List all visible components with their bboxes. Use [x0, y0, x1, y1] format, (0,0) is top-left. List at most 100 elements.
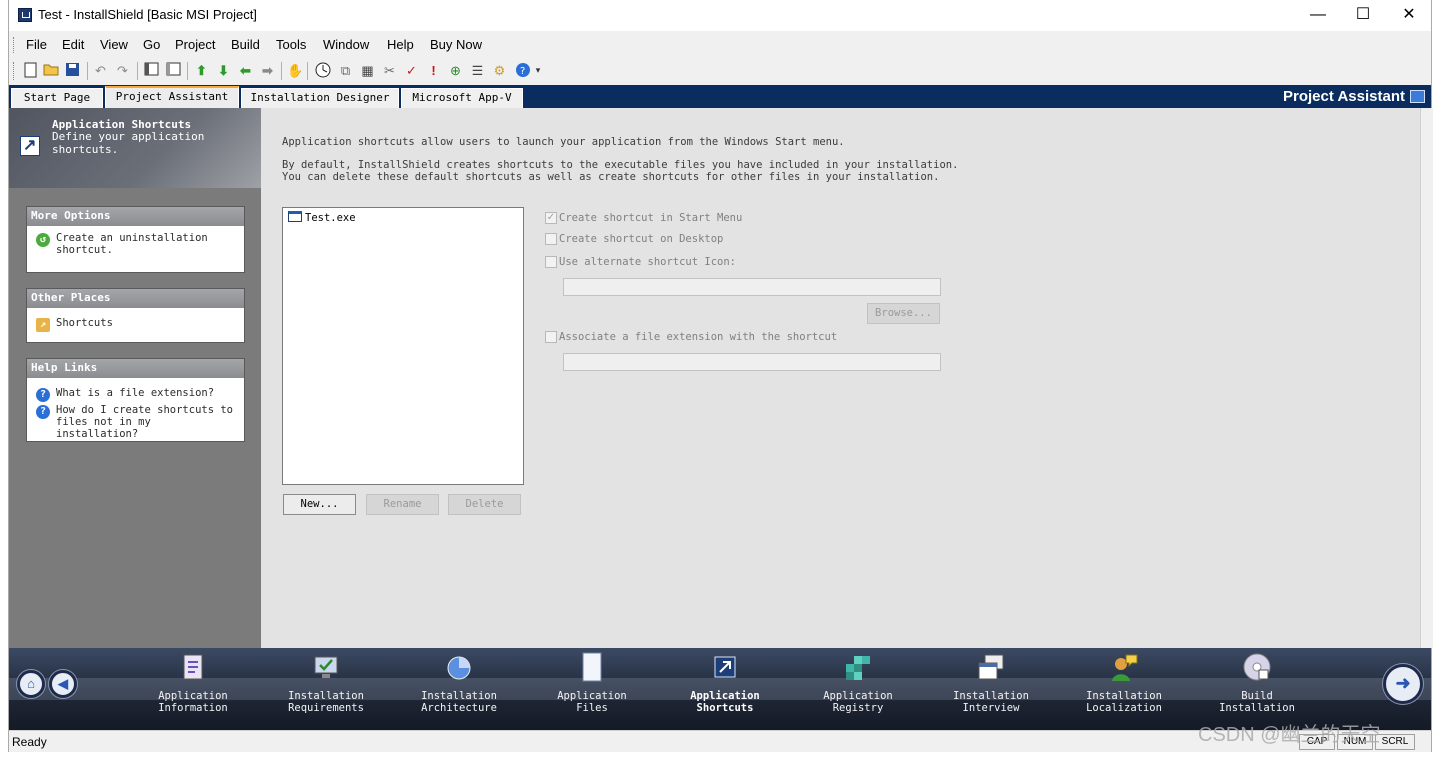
cancel-build-icon[interactable]: ✂	[381, 62, 398, 79]
tab-installation-designer[interactable]: Installation Designer	[241, 88, 399, 108]
next-button[interactable]: ➜	[1383, 664, 1423, 704]
nav-application-registry[interactable]: Application Registry	[798, 648, 918, 714]
menu-help[interactable]: Help	[387, 37, 414, 52]
intro-text: Application shortcuts allow users to lau…	[282, 136, 845, 148]
help-links-title: Help Links	[27, 359, 244, 378]
panel-title: Project Assistant	[1283, 88, 1405, 105]
page-header-subtitle: Define your application shortcuts.	[52, 130, 205, 156]
nav-label-line1: Application	[823, 690, 893, 702]
menu-edit[interactable]: Edit	[62, 37, 84, 52]
tab-start-page[interactable]: Start Page	[11, 88, 103, 108]
scroll-lock-indicator: SCRL	[1375, 734, 1415, 750]
nav-label-line2: Shortcuts	[696, 702, 754, 714]
delete-button[interactable]: Delete	[448, 494, 521, 515]
run-icon[interactable]: ⊕	[447, 62, 464, 79]
help-icon[interactable]: ?	[514, 62, 531, 79]
arrow-up-icon[interactable]: ⬆	[193, 62, 210, 79]
project-assistant-icon[interactable]	[1410, 90, 1425, 103]
menu-window[interactable]: Window	[323, 37, 369, 52]
maximize-button[interactable]: ☐	[1340, 0, 1386, 31]
shortcuts-link[interactable]: ↗ Shortcuts	[27, 317, 244, 332]
minimize-button[interactable]: —	[1295, 0, 1341, 31]
other-places-box: Other Places ↗ Shortcuts	[26, 288, 245, 343]
new-file-icon[interactable]	[22, 62, 39, 79]
window-title: Test - InstallShield [Basic MSI Project]	[38, 7, 257, 22]
create-uninstall-shortcut-link[interactable]: ↺ Create an uninstallation shortcut.	[27, 232, 244, 256]
tab-microsoft-app-v[interactable]: Microsoft App-V	[401, 88, 523, 108]
back-button[interactable]: ◀	[49, 670, 77, 698]
start-menu-checkbox[interactable]: ✓	[545, 212, 557, 224]
browse-button[interactable]: Browse...	[867, 303, 940, 324]
toolbar-grip[interactable]	[13, 62, 16, 80]
menu-buy-now[interactable]: Buy Now	[430, 37, 482, 52]
compile-icon[interactable]	[314, 62, 331, 79]
alt-icon-field[interactable]	[563, 278, 941, 296]
nav-label-line1: Installation	[288, 690, 364, 702]
nav-build-installation[interactable]: Build Installation	[1197, 648, 1317, 714]
nav-installation-requirements[interactable]: Installation Requirements	[266, 648, 386, 714]
panel-right-icon[interactable]	[165, 62, 182, 79]
arrow-left-icon[interactable]: ⬅	[237, 62, 254, 79]
create-uninstall-shortcut-label[interactable]: Create an uninstallation shortcut.	[56, 232, 208, 256]
list-item-label[interactable]: Test.exe	[305, 212, 356, 224]
validate-icon[interactable]: ✓	[403, 62, 420, 79]
nav-application-shortcuts[interactable]: Application Shortcuts	[665, 648, 785, 714]
toolbar-separator	[281, 62, 282, 80]
menu-grip[interactable]	[13, 37, 16, 53]
build-icon[interactable]: ⧉	[337, 62, 354, 79]
nav-application-information[interactable]: Application Information	[133, 648, 253, 714]
tab-project-assistant[interactable]: Project Assistant	[105, 86, 239, 108]
undo-icon[interactable]: ↶	[92, 62, 109, 79]
other-places-title: Other Places	[27, 289, 244, 308]
open-folder-icon[interactable]	[42, 62, 59, 79]
menu-build[interactable]: Build	[231, 37, 260, 52]
list-item[interactable]: Test.exe	[288, 211, 356, 224]
description-line-2: You can delete these default shortcuts a…	[282, 171, 940, 183]
redo-icon[interactable]: ↷	[114, 62, 131, 79]
left-panel: Application Shortcuts Define your applic…	[9, 108, 261, 648]
desktop-checkbox[interactable]	[545, 233, 557, 245]
title-bar[interactable]: Test - InstallShield [Basic MSI Project]…	[9, 0, 1431, 31]
nav-installation-localization[interactable]: Installation Localization	[1064, 648, 1184, 714]
home-button[interactable]: ⌂	[17, 670, 45, 698]
nav-installation-interview[interactable]: Installation Interview	[931, 648, 1051, 714]
close-button[interactable]: ✕	[1386, 0, 1432, 31]
new-button[interactable]: New...	[283, 494, 356, 515]
vertical-scrollbar[interactable]	[1420, 108, 1433, 648]
error-icon[interactable]: !	[425, 62, 442, 79]
nav-application-files[interactable]: Application Files	[532, 648, 652, 714]
file-extension-checkbox[interactable]	[545, 331, 557, 343]
menu-file[interactable]: File	[26, 37, 47, 52]
help-question-icon: ?	[36, 405, 50, 419]
help-link-create-shortcuts[interactable]: ? How do I create shortcuts to files not…	[27, 404, 244, 440]
toolbar: ↶ ↷ ⬆ ⬇ ⬅ ➡ ✋ ⧉ ▦ ✂ ✓ ! ⊕ ☰ ⚙ ? ▾	[9, 58, 1431, 84]
file-extension-field[interactable]	[563, 353, 941, 371]
help-link-file-extension-label[interactable]: What is a file extension?	[56, 387, 214, 399]
release-icon[interactable]: ▦	[359, 62, 376, 79]
status-text: Ready	[12, 735, 47, 749]
menu-go[interactable]: Go	[143, 37, 160, 52]
menu-project[interactable]: Project	[175, 37, 215, 52]
toolbar-overflow-icon[interactable]: ▾	[533, 62, 543, 79]
help-link-create-shortcuts-label[interactable]: How do I create shortcuts to files not i…	[56, 404, 233, 440]
help-link-file-extension[interactable]: ? What is a file extension?	[27, 387, 244, 402]
alt-icon-checkbox[interactable]	[545, 256, 557, 268]
arrow-down-icon[interactable]: ⬇	[215, 62, 232, 79]
menu-tools[interactable]: Tools	[276, 37, 306, 52]
menu-view[interactable]: View	[100, 37, 128, 52]
hand-icon[interactable]: ✋	[287, 62, 304, 79]
installation-requirements-icon	[311, 652, 341, 682]
nav-label-line2: Files	[576, 702, 608, 714]
page-header: Application Shortcuts Define your applic…	[9, 108, 261, 188]
toolbar-separator	[307, 62, 308, 80]
save-icon[interactable]	[64, 62, 81, 79]
rename-button[interactable]: Rename	[366, 494, 439, 515]
more-options-title: More Options	[27, 207, 244, 226]
arrow-right-icon[interactable]: ➡	[259, 62, 276, 79]
shortcuts-link-label[interactable]: Shortcuts	[56, 317, 113, 329]
settings-icon[interactable]: ⚙	[491, 62, 508, 79]
panel-left-icon[interactable]	[143, 62, 160, 79]
nav-installation-architecture[interactable]: Installation Architecture	[399, 648, 519, 714]
shortcut-list[interactable]: Test.exe	[282, 207, 524, 485]
debug-icon[interactable]: ☰	[469, 62, 486, 79]
